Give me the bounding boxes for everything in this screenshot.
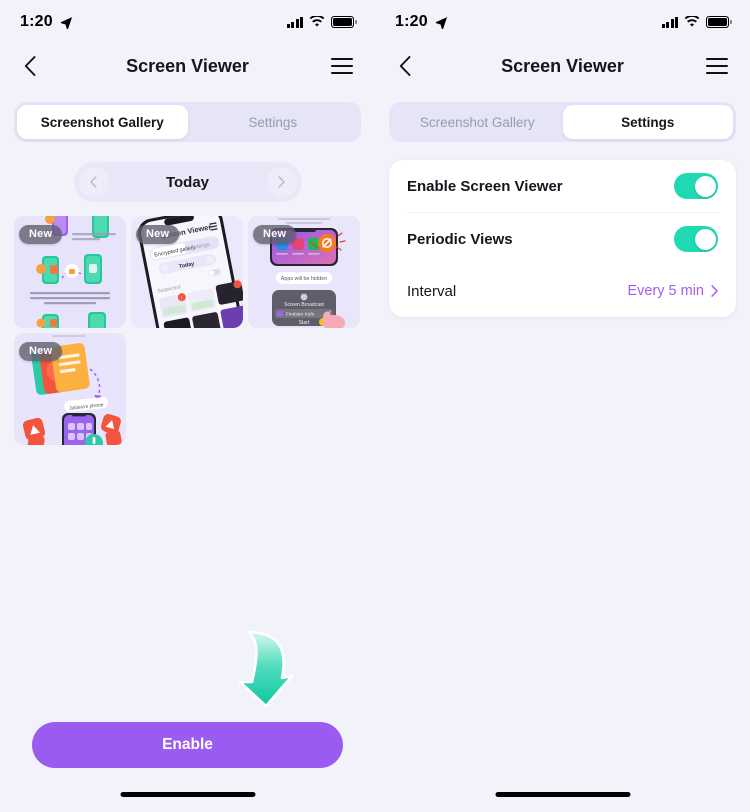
setting-label: Interval xyxy=(407,282,457,300)
cellular-signal-icon xyxy=(661,16,679,28)
cellular-signal-icon xyxy=(286,16,304,28)
segmented-tabs-right: Screenshot Gallery Settings xyxy=(389,102,736,142)
chevron-right-icon xyxy=(278,176,285,188)
location-arrow-icon xyxy=(435,16,447,29)
settings-card: Enable Screen Viewer Periodic Views Inte… xyxy=(389,160,736,317)
status-time: 1:20 xyxy=(395,13,428,30)
interval-value: Every 5 min xyxy=(627,283,704,299)
status-bar-right-group xyxy=(661,16,732,28)
page-title: Screen Viewer xyxy=(126,55,249,76)
svg-text:Screen Broadcast: Screen Broadcast xyxy=(284,302,324,308)
status-bar-right: 1:20 xyxy=(375,0,750,44)
nav-bar-left: Screen Viewer xyxy=(0,44,375,88)
screenshot-thumb-3[interactable]: Apps will be hidden Screen Broadcast Fin… xyxy=(248,216,360,328)
left-phone-screen: 1:20 Screen Viewer Screenshot Gallery Se… xyxy=(0,0,375,812)
page-title: Screen Viewer xyxy=(501,55,624,76)
status-bar-left: 1:20 xyxy=(0,0,375,44)
svg-text:Apps will be hidden: Apps will be hidden xyxy=(281,276,327,282)
curved-down-arrow-icon xyxy=(238,630,294,708)
setting-label: Enable Screen Viewer xyxy=(407,177,563,195)
battery-full-icon xyxy=(331,16,357,28)
new-badge: New xyxy=(136,225,180,244)
chevron-right-icon xyxy=(711,285,718,297)
tab-screenshot-gallery[interactable]: Screenshot Gallery xyxy=(392,105,563,139)
enable-button[interactable]: Enable xyxy=(32,722,343,768)
interval-value-button[interactable]: Every 5 min xyxy=(627,283,718,299)
back-button[interactable] xyxy=(24,56,36,76)
new-badge: New xyxy=(19,225,63,244)
date-prev-button[interactable] xyxy=(78,167,109,197)
tab-screenshot-gallery[interactable]: Screenshot Gallery xyxy=(17,105,188,139)
wifi-icon xyxy=(310,16,325,27)
status-bar-left-group: 1:20 xyxy=(20,13,73,31)
screenshot-gallery-grid: New Screen Viewer Encrypted gallery Sett… xyxy=(0,216,375,445)
home-indicator-bar xyxy=(495,792,630,797)
setting-label: Periodic Views xyxy=(407,230,513,248)
screenshot-thumb-4[interactable]: Juliana's phone New xyxy=(14,333,126,445)
setting-row-interval[interactable]: Interval Every 5 min xyxy=(389,265,736,317)
enable-screen-viewer-toggle[interactable] xyxy=(674,173,718,199)
battery-full-icon xyxy=(706,16,732,28)
status-bar-right-group xyxy=(286,16,357,28)
location-arrow-icon xyxy=(60,16,72,29)
hamburger-menu-icon[interactable] xyxy=(706,58,728,74)
date-next-button[interactable] xyxy=(266,167,297,197)
segmented-tabs-left: Screenshot Gallery Settings xyxy=(14,102,361,142)
setting-row-periodic-views: Periodic Views xyxy=(389,213,736,265)
hamburger-menu-icon[interactable] xyxy=(331,58,353,74)
screenshot-thumb-2[interactable]: Screen Viewer Encrypted gallery Settings… xyxy=(131,216,243,328)
svg-text:Findster Kids: Findster Kids xyxy=(286,312,315,318)
tab-settings[interactable]: Settings xyxy=(562,105,733,139)
back-button[interactable] xyxy=(399,56,411,76)
screenshot-thumb-1[interactable]: New xyxy=(14,216,126,328)
tab-settings[interactable]: Settings xyxy=(188,105,359,139)
date-pager: Today xyxy=(73,162,302,202)
nav-bar-right: Screen Viewer xyxy=(375,44,750,88)
new-badge: New xyxy=(253,225,297,244)
chevron-left-icon xyxy=(90,176,97,188)
new-badge: New xyxy=(19,342,63,361)
setting-row-enable-screen-viewer: Enable Screen Viewer xyxy=(389,160,736,212)
right-phone-screen: 1:20 Screen Viewer Screenshot Gallery Se… xyxy=(375,0,750,812)
status-bar-left-group: 1:20 xyxy=(395,13,448,31)
status-time: 1:20 xyxy=(20,13,53,30)
wifi-icon xyxy=(685,16,700,27)
periodic-views-toggle[interactable] xyxy=(674,226,718,252)
home-indicator-bar xyxy=(120,792,255,797)
dual-screen-comparison: 1:20 Screen Viewer Screenshot Gallery Se… xyxy=(0,0,750,812)
svg-text:Start: Start xyxy=(299,320,310,326)
